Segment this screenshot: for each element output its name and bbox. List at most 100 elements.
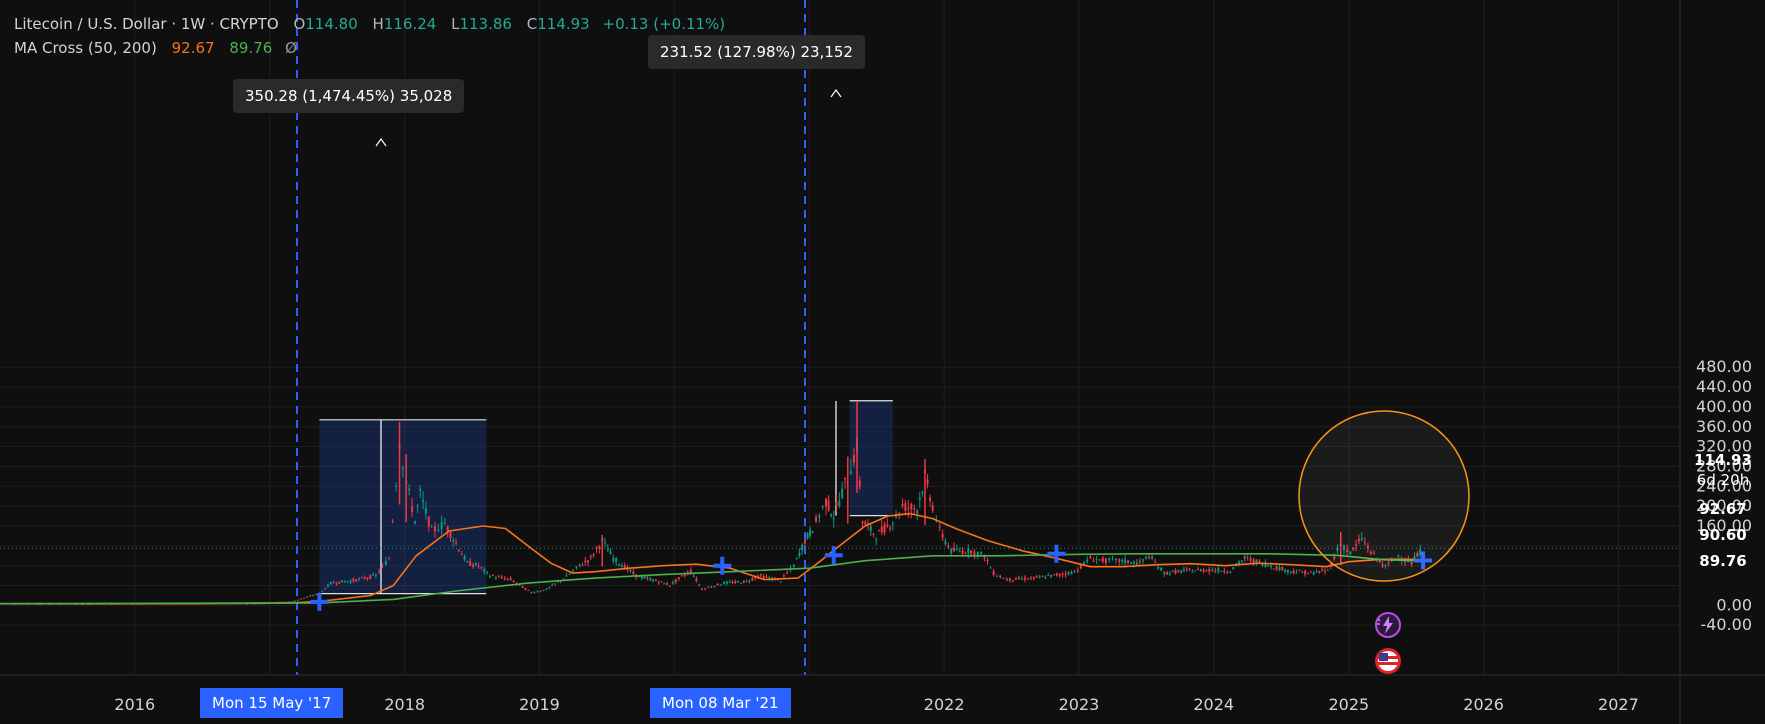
candle-body xyxy=(723,582,726,584)
candle-body xyxy=(1070,572,1073,575)
candle-body xyxy=(1008,578,1011,581)
candle-body xyxy=(1295,572,1298,574)
candle-body xyxy=(953,547,956,552)
candle-body xyxy=(660,581,663,583)
symbol-title[interactable]: Litecoin / U.S. Dollar · 1W · CRYPTO xyxy=(14,15,279,33)
candle-body xyxy=(455,542,458,544)
candle-body xyxy=(1157,567,1160,569)
candle-body xyxy=(1086,559,1089,562)
candle-body xyxy=(1095,559,1098,561)
candle-body xyxy=(835,502,838,506)
y-tick-label: 480.00 xyxy=(1696,357,1752,376)
candle-body xyxy=(1246,557,1249,559)
candle-body xyxy=(414,521,417,524)
x-tick-label: 2019 xyxy=(519,695,560,714)
candle-body xyxy=(716,583,719,586)
candle-body xyxy=(901,504,904,507)
candle-body xyxy=(536,591,539,593)
candle-body xyxy=(989,567,992,569)
candle-body xyxy=(1160,567,1163,571)
candle-body xyxy=(419,488,422,491)
legend-row-indicator: MA Cross (50, 200) 92.67 89.76 Ø xyxy=(14,36,725,60)
candle-body xyxy=(666,583,669,585)
candle-body xyxy=(719,584,722,586)
candle-body xyxy=(463,555,466,560)
candle-body xyxy=(609,551,612,555)
candle-body xyxy=(494,577,497,579)
candle-body xyxy=(1205,570,1208,572)
candle-body xyxy=(680,575,683,577)
candle-body xyxy=(1061,573,1064,575)
candle-body xyxy=(452,539,455,542)
candle-body xyxy=(372,574,375,576)
candle-body xyxy=(378,571,381,573)
candle-body xyxy=(1005,579,1008,581)
candle-body xyxy=(1185,568,1188,570)
candle-body xyxy=(443,523,446,525)
candle-body xyxy=(1214,570,1217,572)
candle-body xyxy=(910,504,913,510)
candle-body xyxy=(768,577,771,579)
y-tick-label: -40.00 xyxy=(1700,615,1752,634)
candle-body xyxy=(944,541,947,544)
candle-body xyxy=(875,539,878,541)
candle-body xyxy=(1171,570,1174,572)
candle-body xyxy=(615,557,618,563)
candle-body xyxy=(1138,561,1141,563)
candle-body xyxy=(384,561,387,565)
candle-body xyxy=(913,508,916,510)
candle-body xyxy=(1104,558,1107,564)
candle-body xyxy=(1058,573,1061,576)
x-tick-label: 2026 xyxy=(1463,695,1504,714)
candle-body xyxy=(1076,570,1079,572)
x-tick-label: 2018 xyxy=(384,695,425,714)
candle-body xyxy=(1052,574,1055,576)
candle-body xyxy=(427,516,430,527)
candle-body xyxy=(739,583,742,585)
candle-body xyxy=(474,563,477,566)
candle-body xyxy=(674,579,677,583)
indicator-hidden-icon[interactable]: Ø xyxy=(285,39,297,57)
candle-body xyxy=(521,585,524,588)
candle-body xyxy=(838,500,841,507)
candle-body xyxy=(700,589,703,591)
candle-body xyxy=(1304,570,1307,575)
candle-body xyxy=(1174,570,1177,574)
candle-body xyxy=(1108,558,1111,560)
price-label-ma50: 92.67 xyxy=(1699,500,1747,518)
candle-body xyxy=(416,505,419,507)
candle-body xyxy=(491,574,494,576)
candle-body xyxy=(725,581,728,584)
candle-body xyxy=(995,575,998,577)
candle-body xyxy=(341,580,344,583)
candle-body xyxy=(1118,558,1121,562)
candle-body xyxy=(1289,571,1292,573)
lightning-icon[interactable] xyxy=(1374,611,1402,639)
us-flag-icon[interactable] xyxy=(1374,647,1402,675)
candle-body xyxy=(748,581,751,583)
candle-body xyxy=(1148,556,1151,559)
candle-body xyxy=(433,526,436,532)
candle-body xyxy=(449,531,452,538)
candle-body xyxy=(1258,560,1261,562)
candle-body xyxy=(765,576,768,578)
candle-body xyxy=(649,578,652,581)
candle-body xyxy=(1014,577,1017,580)
candle-body xyxy=(1141,559,1144,561)
candle-body xyxy=(326,584,329,587)
candle-body xyxy=(1312,572,1315,575)
candle-body xyxy=(1127,560,1130,564)
candle-body xyxy=(395,485,398,487)
candle-body xyxy=(1020,578,1023,580)
candle-body xyxy=(1321,569,1324,571)
y-tick-label: 400.00 xyxy=(1696,397,1752,416)
candle-body xyxy=(1011,580,1014,582)
candle-body xyxy=(469,561,472,566)
candle-body xyxy=(1151,556,1154,559)
candle-body xyxy=(296,599,299,601)
candle-body xyxy=(1301,571,1304,573)
candle-body xyxy=(1292,570,1295,574)
candle-body xyxy=(1083,562,1086,564)
indicator-title[interactable]: MA Cross (50, 200) xyxy=(14,39,157,57)
candle-body xyxy=(548,587,551,589)
